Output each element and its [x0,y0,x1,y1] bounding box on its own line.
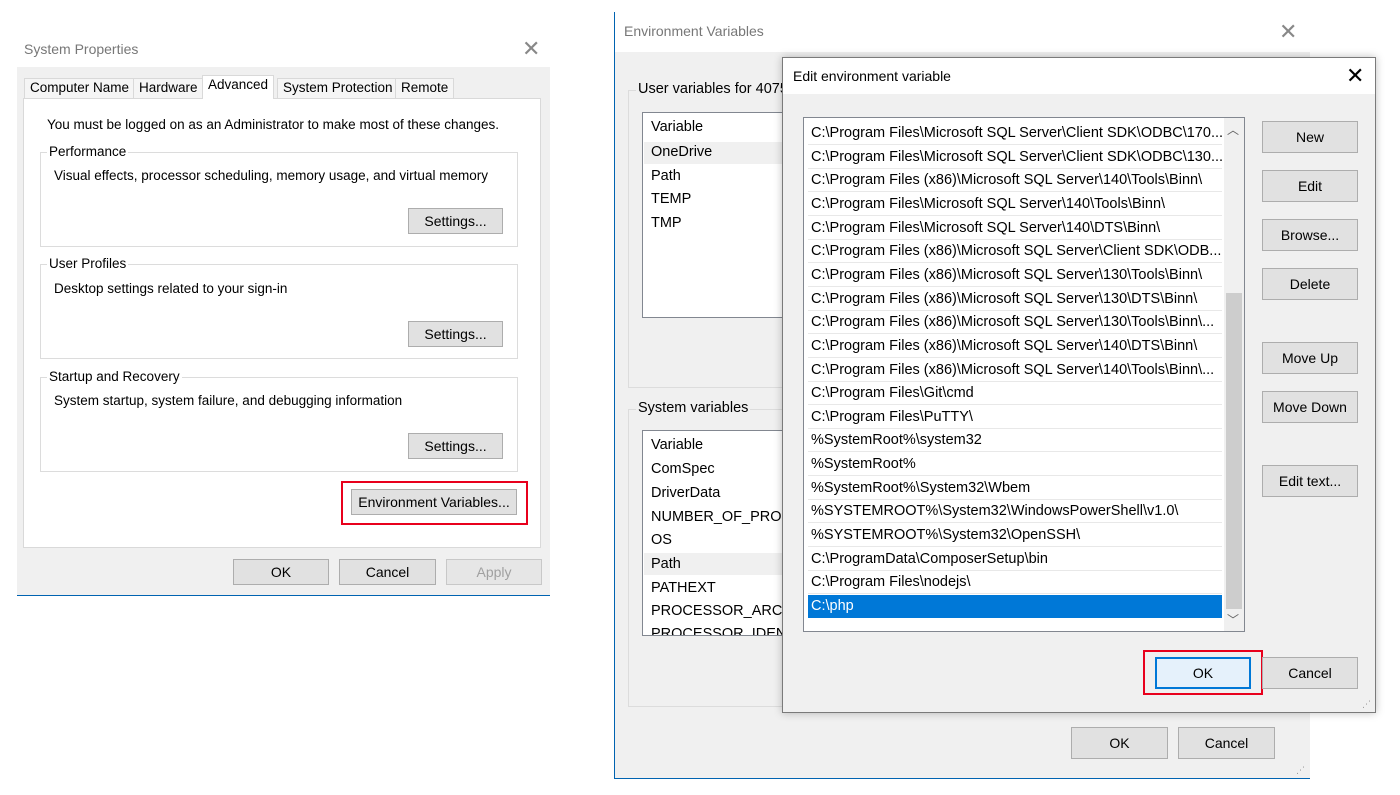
path-row[interactable]: C:\Program Files\PuTTY\ [808,406,1222,429]
performance-settings-button[interactable]: Settings... [408,208,503,234]
startup-recovery-settings-button[interactable]: Settings... [408,433,503,459]
system-variables-list[interactable]: Variable ComSpec DriverData NUMBER_OF_PR… [642,430,787,636]
edit-text-button[interactable]: Edit text... [1262,465,1358,497]
list-item[interactable]: NUMBER_OF_PROCE [651,509,786,525]
list-item[interactable]: ComSpec [651,461,715,477]
tab-advanced[interactable]: Advanced [202,75,275,99]
user-profiles-settings-button[interactable]: Settings... [408,321,503,347]
admin-notice: You must be logged on as an Administrato… [47,117,500,132]
edit-button[interactable]: Edit [1262,170,1358,202]
list-item[interactable]: Path [651,556,681,572]
path-row[interactable]: C:\ProgramData\ComposerSetup\bin [808,548,1222,571]
path-row[interactable]: %SYSTEMROOT%\System32\OpenSSH\ [808,524,1222,547]
cancel-button[interactable]: Cancel [339,559,436,585]
ok-button-highlight [1143,650,1263,695]
new-button[interactable]: New [1262,121,1358,153]
user-variables-list[interactable]: Variable OneDrive Path TEMP TMP [642,112,787,318]
ok-button[interactable]: OK [233,559,329,585]
performance-description: Visual effects, processor scheduling, me… [54,168,488,183]
tab-remote[interactable]: Remote [395,78,455,98]
env-button-highlight [341,481,528,525]
path-row[interactable]: C:\Program Files (x86)\Microsoft SQL Ser… [808,240,1222,263]
path-row[interactable]: C:\Program Files (x86)\Microsoft SQL Ser… [808,311,1222,334]
startup-recovery-label: Startup and Recovery [47,369,182,384]
edit-cancel-button[interactable]: Cancel [1262,657,1358,689]
path-row[interactable]: C:\Program Files\Microsoft SQL Server\Cl… [808,146,1222,169]
list-header: Variable [651,437,704,453]
env-close-icon[interactable]: ✕ [1279,21,1297,43]
path-row[interactable]: C:\Program Files\Microsoft SQL Server\Cl… [808,122,1222,145]
env-cancel-button[interactable]: Cancel [1178,727,1275,759]
performance-label: Performance [47,144,129,159]
path-row[interactable]: %SYSTEMROOT%\System32\WindowsPowerShell\… [808,500,1222,523]
list-item[interactable]: TEMP [651,191,691,207]
path-row[interactable]: C:\Program Files (x86)\Microsoft SQL Ser… [808,359,1222,382]
scroll-up-icon[interactable]: ︿ [1227,121,1239,138]
path-row[interactable]: C:\Program Files (x86)\Microsoft SQL Ser… [808,169,1222,192]
browse-button[interactable]: Browse... [1262,219,1358,251]
path-row[interactable]: C:\Program Files\Microsoft SQL Server\14… [808,193,1222,216]
path-row[interactable]: C:\Program Files\Microsoft SQL Server\14… [808,217,1222,240]
list-item[interactable]: TMP [651,215,682,231]
list-item[interactable]: PATHEXT [651,580,716,596]
delete-button[interactable]: Delete [1262,268,1358,300]
edit-dialog-title: Edit environment variable [793,68,951,84]
user-profiles-description: Desktop settings related to your sign-in [54,281,288,296]
path-row[interactable]: C:\Program Files\Git\cmd [808,382,1222,405]
list-item[interactable]: OS [651,532,672,548]
resize-grip-icon[interactable]: ⋰ [1296,765,1305,776]
path-row[interactable]: C:\Program Files (x86)\Microsoft SQL Ser… [808,264,1222,287]
apply-button[interactable]: Apply [446,559,542,585]
scrollbar-thumb[interactable] [1226,293,1242,609]
environment-variables-title: Environment Variables [624,23,764,39]
path-row[interactable]: C:\Program Files (x86)\Microsoft SQL Ser… [808,288,1222,311]
path-row-selected[interactable]: C:\php [808,595,1222,618]
path-row[interactable]: %SystemRoot%\system32 [808,429,1222,452]
edit-resize-grip-icon[interactable]: ⋰ [1362,699,1371,710]
path-row[interactable]: C:\Program Files (x86)\Microsoft SQL Ser… [808,335,1222,358]
path-row[interactable]: %SystemRoot%\System32\Wbem [808,477,1222,500]
tab-hardware[interactable]: Hardware [133,78,204,98]
close-icon[interactable]: ✕ [522,38,540,60]
move-down-button[interactable]: Move Down [1262,391,1358,423]
path-row[interactable]: C:\Program Files\nodejs\ [808,571,1222,594]
user-profiles-label: User Profiles [47,256,129,271]
startup-recovery-description: System startup, system failure, and debu… [54,393,403,408]
list-item[interactable]: Path [651,168,681,184]
tab-computer-name[interactable]: Computer Name [24,78,136,98]
system-properties-title: System Properties [24,41,139,57]
user-variables-label: User variables for 4075 [636,81,790,97]
scroll-down-icon[interactable]: ﹀ [1227,611,1239,628]
list-item[interactable]: PROCESSOR_IDENTI [651,626,786,635]
path-row[interactable]: %SystemRoot% [808,453,1222,476]
list-item[interactable]: OneDrive [651,144,712,160]
env-ok-button[interactable]: OK [1071,727,1168,759]
move-up-button[interactable]: Move Up [1262,342,1358,374]
tab-system-protection[interactable]: System Protection [277,78,399,98]
list-item[interactable]: DriverData [651,485,720,501]
list-item[interactable]: PROCESSOR_ARCHIT [651,603,786,619]
list-header: Variable [651,119,704,135]
edit-dialog-close-icon[interactable]: ✕ [1346,65,1364,87]
system-variables-label: System variables [636,400,751,416]
